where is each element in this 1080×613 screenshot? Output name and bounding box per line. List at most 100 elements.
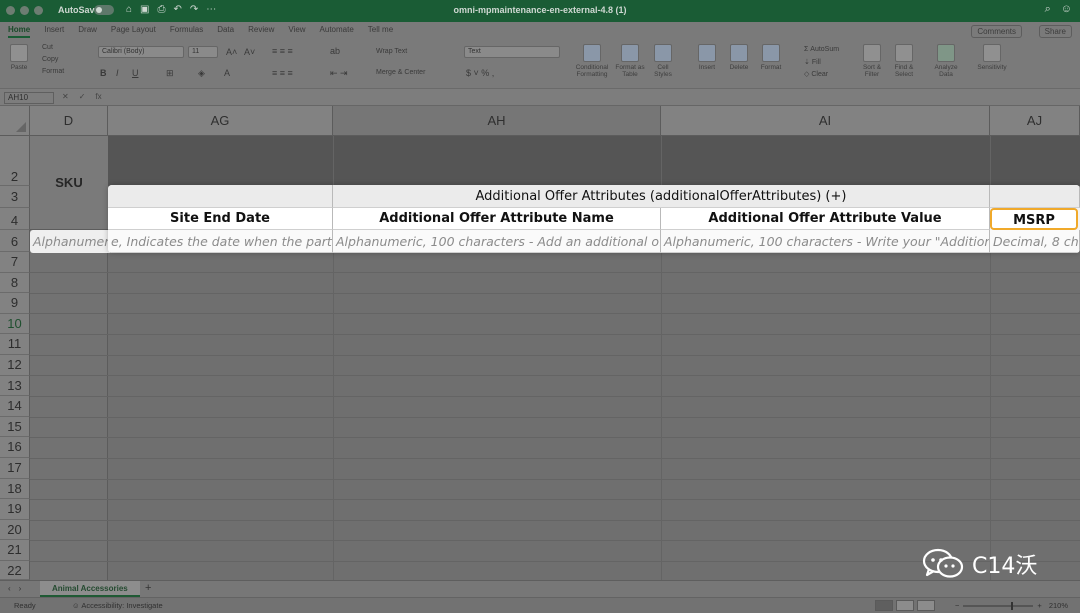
row-header-14[interactable]: 14 — [0, 396, 30, 417]
find-select-button[interactable]: Find & Select — [890, 44, 918, 78]
borders-icon[interactable]: ⊞ — [166, 68, 174, 79]
group-header-cell[interactable]: Additional Offer Attributes (additionalO… — [333, 185, 990, 208]
row-header-16[interactable]: 16 — [0, 437, 30, 458]
row-header-11[interactable]: 11 — [0, 334, 30, 355]
zoom-level[interactable]: 210% — [1049, 601, 1068, 610]
select-all-button[interactable] — [0, 106, 30, 136]
row-header-19[interactable]: 19 — [0, 499, 30, 520]
font-color-icon[interactable]: A — [224, 68, 230, 78]
row-header-13[interactable]: 13 — [0, 375, 30, 397]
add-sheet-button[interactable]: + — [145, 582, 151, 594]
copy-button[interactable]: Copy — [42, 56, 58, 63]
undo-icon[interactable]: ↶ — [174, 4, 182, 15]
row-header-22[interactable]: 22 — [0, 561, 30, 580]
save-icon[interactable]: ▣ — [140, 4, 149, 15]
bold-icon[interactable]: B — [100, 68, 107, 78]
row-header-12[interactable]: 12 — [0, 355, 30, 376]
row-header-8[interactable]: 8 — [0, 272, 30, 294]
merge-center-button[interactable]: Merge & Center — [376, 69, 425, 76]
home-icon[interactable]: ⌂ — [126, 4, 132, 15]
page-break-view-button[interactable] — [917, 600, 935, 611]
fill-color-icon[interactable]: ◈ — [198, 68, 205, 79]
align-left-icon[interactable]: ≡ ≡ ≡ — [272, 68, 293, 78]
tab-data[interactable]: Data — [217, 25, 234, 38]
description-cell-ag[interactable]: e, Indicates the date when the particula… — [108, 230, 333, 253]
orientation-icon[interactable]: ab — [330, 46, 340, 56]
sheet-tab-animal-accessories[interactable]: Animal Accessories — [40, 581, 140, 597]
align-top-icon[interactable]: ≡ ≡ ≡ — [272, 46, 293, 56]
column-header-d[interactable]: D — [30, 106, 108, 136]
delete-cells-button[interactable]: Delete — [724, 44, 754, 71]
tab-review[interactable]: Review — [248, 25, 274, 38]
row-header-4[interactable]: 4 — [0, 208, 30, 230]
tab-page-layout[interactable]: Page Layout — [111, 25, 156, 38]
tab-tell-me[interactable]: Tell me — [368, 25, 393, 38]
number-format-select[interactable]: Text — [464, 46, 560, 58]
column-header-ag[interactable]: AG — [108, 106, 333, 136]
underline-icon[interactable]: U — [132, 68, 139, 78]
column-header-aj[interactable]: AJ — [990, 106, 1080, 136]
cancel-icon[interactable]: ✕ — [62, 92, 69, 101]
insert-cells-button[interactable]: Insert — [692, 44, 722, 71]
normal-view-button[interactable] — [875, 600, 893, 611]
tab-draw[interactable]: Draw — [78, 25, 97, 38]
row-header-15[interactable]: 15 — [0, 416, 30, 438]
description-cell-ai[interactable]: Alphanumeric, 100 characters - Write you… — [661, 230, 990, 253]
cell-styles-button[interactable]: Cell Styles — [648, 44, 678, 78]
decrease-font-icon[interactable]: A˅ — [244, 47, 255, 57]
sku-header-cell[interactable]: SKU — [30, 136, 108, 230]
row-header-10[interactable]: 10 — [0, 313, 30, 335]
next-sheet-icon[interactable]: › — [19, 584, 22, 593]
conditional-formatting-button[interactable]: Conditional Formatting — [574, 44, 610, 78]
share-button[interactable]: Share — [1038, 25, 1072, 38]
zoom-thumb[interactable] — [1011, 601, 1014, 610]
row-header-3[interactable]: 3 — [0, 186, 30, 208]
fill-button[interactable]: ⇣ Fill — [804, 58, 821, 66]
wrap-text-button[interactable]: Wrap Text — [376, 48, 407, 55]
format-as-table-button[interactable]: Format as Table — [614, 44, 646, 78]
tab-home[interactable]: Home — [8, 25, 31, 38]
column-header-ai[interactable]: AI — [661, 106, 990, 136]
zoom-window-button[interactable] — [34, 6, 43, 15]
row-header-17[interactable]: 17 — [0, 458, 30, 479]
font-name-select[interactable]: Calibri (Body) — [98, 46, 184, 58]
group-header-blank-aj[interactable] — [990, 185, 1080, 208]
group-header-blank[interactable] — [108, 185, 333, 208]
header-cell-site-end-date[interactable]: Site End Date — [108, 208, 333, 230]
header-cell-attribute-name[interactable]: Additional Offer Attribute Name — [333, 208, 661, 230]
column-header-ah[interactable]: AH — [333, 106, 661, 136]
cut-button[interactable]: Cut — [42, 44, 53, 51]
clear-button[interactable]: ◇ Clear — [804, 70, 828, 78]
name-box[interactable]: AH10 — [4, 92, 54, 104]
page-layout-view-button[interactable] — [896, 600, 914, 611]
tab-formulas[interactable]: Formulas — [170, 25, 203, 38]
format-painter-button[interactable]: Format — [42, 68, 64, 75]
row-header-7[interactable]: 7 — [0, 252, 30, 273]
header-cell-msrp[interactable]: MSRP — [990, 208, 1078, 230]
row-header-9[interactable]: 9 — [0, 293, 30, 314]
sensitivity-button[interactable]: Sensitivity — [974, 44, 1010, 71]
comments-button[interactable]: Comments — [971, 25, 1022, 38]
format-cells-button[interactable]: Format — [756, 44, 786, 71]
zoom-track[interactable] — [963, 601, 1034, 610]
description-cell-aj[interactable]: Decimal, 8 characters — [990, 230, 1080, 253]
autosum-button[interactable]: Σ AutoSum — [804, 46, 839, 53]
increase-font-icon[interactable]: A˄ — [226, 47, 237, 57]
zoom-in-icon[interactable]: + — [1037, 601, 1041, 610]
row-header-20[interactable]: 20 — [0, 519, 30, 541]
confirm-icon[interactable]: ✓ — [79, 92, 86, 101]
tab-insert[interactable]: Insert — [44, 25, 64, 38]
search-icon[interactable]: ⌕ — [1045, 3, 1051, 16]
row-header-6[interactable]: 6 — [0, 230, 30, 252]
sort-filter-button[interactable]: Sort & Filter — [858, 44, 886, 78]
spreadsheet-grid[interactable]: D AG AH AI AJ SKU 2 3 4 6 7 8 9 10 11 12… — [0, 106, 1080, 580]
account-icon[interactable]: ☺ — [1061, 3, 1072, 16]
fx-icon[interactable]: fx — [95, 92, 101, 101]
italic-icon[interactable]: I — [116, 68, 119, 78]
indent-icon[interactable]: ⇤ ⇥ — [330, 68, 348, 79]
redo-icon[interactable]: ↷ — [190, 4, 198, 15]
analyze-data-button[interactable]: Analyze Data — [930, 44, 962, 78]
minimize-window-button[interactable] — [20, 6, 29, 15]
font-size-select[interactable]: 11 — [188, 46, 218, 58]
prev-sheet-icon[interactable]: ‹ — [8, 584, 11, 593]
